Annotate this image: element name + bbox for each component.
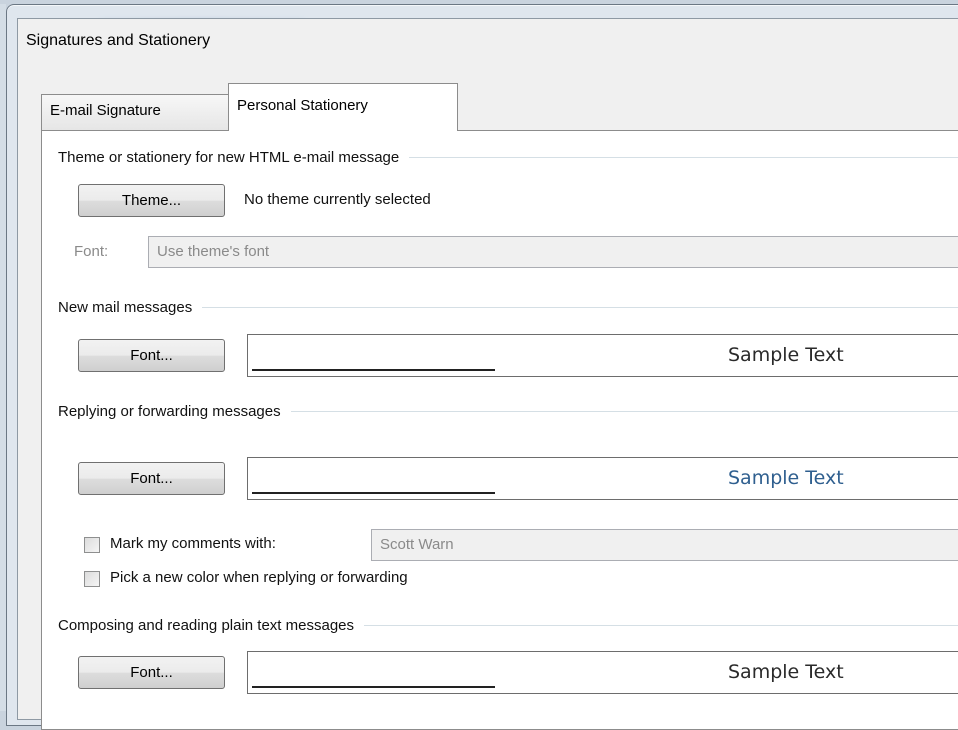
reply-font-button[interactable]: Font...: [78, 462, 225, 495]
new-mail-group-heading: New mail messages: [58, 297, 958, 317]
plain-text-heading-label: Composing and reading plain text message…: [58, 616, 355, 634]
new-mail-sample-text: Sample Text: [728, 344, 844, 366]
signatures-dialog: Signatures and Stationery E-mail Signatu…: [17, 18, 958, 730]
pick-color-checkbox[interactable]: [84, 571, 100, 587]
plain-text-group-heading: Composing and reading plain text message…: [58, 615, 958, 635]
divider: [290, 410, 958, 412]
mark-comments-field[interactable]: Scott Warn: [371, 529, 958, 561]
theme-heading-label: Theme or stationery for new HTML e-mail …: [58, 148, 400, 166]
reply-sample-text: Sample Text: [728, 467, 844, 489]
sample-underline: [252, 492, 495, 494]
sample-underline: [252, 686, 495, 688]
font-label: Font:: [74, 243, 109, 260]
theme-status: No theme currently selected: [244, 191, 431, 208]
replying-group-heading: Replying or forwarding messages: [58, 401, 958, 421]
sample-underline: [252, 369, 495, 371]
divider: [202, 306, 958, 308]
tab-panel: Theme or stationery for new HTML e-mail …: [41, 130, 958, 730]
pick-color-label: Pick a new color when replying or forwar…: [110, 569, 408, 586]
tab-personal-stationery[interactable]: Personal Stationery: [228, 83, 458, 131]
plain-text-font-button[interactable]: Font...: [78, 656, 225, 689]
mark-comments-checkbox[interactable]: [84, 537, 100, 553]
new-mail-sample-box: Sample Text: [247, 334, 958, 377]
mark-comments-label: Mark my comments with:: [110, 535, 276, 552]
divider: [364, 624, 958, 626]
divider: [409, 156, 958, 158]
new-mail-heading-label: New mail messages: [58, 298, 193, 316]
new-mail-font-button[interactable]: Font...: [78, 339, 225, 372]
dialog-title: Signatures and Stationery: [26, 32, 211, 49]
theme-group-heading: Theme or stationery for new HTML e-mail …: [58, 147, 958, 167]
reply-sample-box: Sample Text: [247, 457, 958, 500]
plain-text-sample-text: Sample Text: [728, 661, 844, 683]
replying-heading-label: Replying or forwarding messages: [58, 402, 281, 420]
tab-email-signature[interactable]: E-mail Signature: [41, 94, 229, 130]
theme-button[interactable]: Theme...: [78, 184, 225, 217]
theme-font-field[interactable]: Use theme's font: [148, 236, 958, 268]
plain-text-sample-box: Sample Text: [247, 651, 958, 694]
